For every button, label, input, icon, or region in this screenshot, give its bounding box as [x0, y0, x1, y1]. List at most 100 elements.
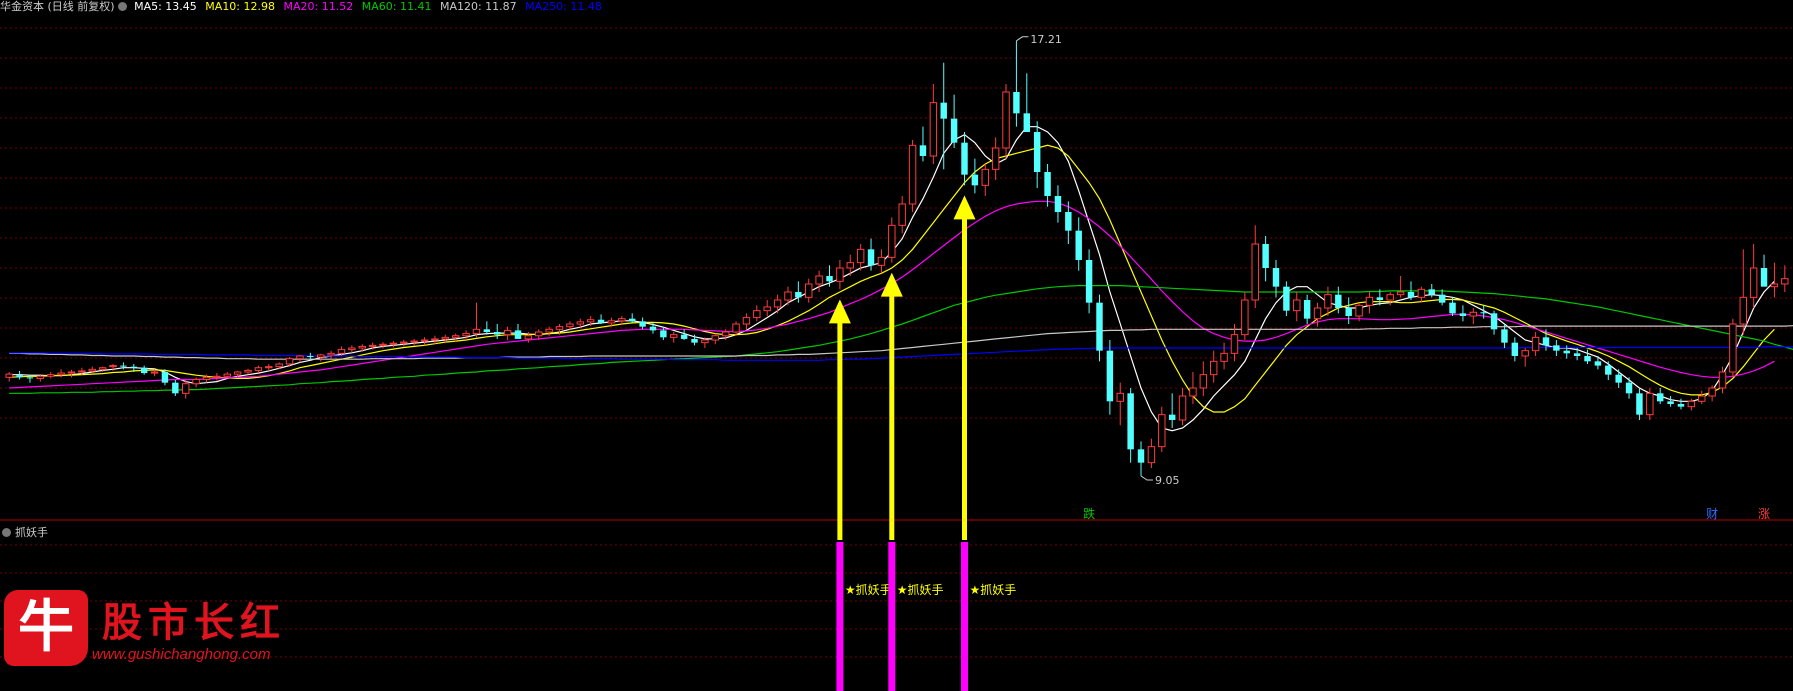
candle-body: [1335, 294, 1342, 308]
candle: [400, 340, 408, 347]
candle: [1137, 441, 1145, 476]
signal-group: ★抓妖手: [880, 272, 944, 691]
candle-body: [1646, 392, 1654, 416]
candle: [1584, 349, 1591, 364]
candle-body: [670, 334, 678, 338]
low-price-label: 9.05: [1155, 474, 1180, 487]
signal-label: ★抓妖手: [845, 583, 892, 597]
candle-body: [285, 358, 294, 365]
candle-body: [1760, 268, 1768, 287]
candle: [1106, 340, 1114, 415]
candle-body: [753, 310, 761, 319]
candle: [660, 326, 667, 340]
candle: [1168, 393, 1176, 428]
signal-arrow-head: [953, 195, 976, 220]
candle-body: [67, 371, 76, 374]
settings-icon[interactable]: [117, 2, 127, 11]
indicator-legend: 华金资本 (日线 前复权) MA5: 13.45 MA10: 12.98 MA2…: [0, 0, 607, 14]
candle: [1365, 292, 1374, 314]
candle-body: [1490, 313, 1498, 330]
candle: [950, 94, 958, 148]
candle-body: [172, 382, 179, 394]
candle-body: [867, 249, 875, 266]
candle-body: [1313, 307, 1322, 320]
candle-body: [400, 341, 408, 344]
candle: [763, 300, 771, 316]
candle-body: [1770, 283, 1779, 288]
candle: [16, 370, 23, 380]
candle: [795, 281, 802, 303]
candle-body: [410, 340, 418, 343]
candle-body: [483, 329, 491, 332]
candle-body: [1656, 393, 1664, 402]
candle: [1013, 40, 1020, 127]
candle: [483, 321, 491, 335]
candle-body: [307, 356, 314, 358]
candle-body: [130, 366, 138, 368]
ma-lines: [9, 126, 1793, 432]
watermark-brand: 股市长红: [102, 599, 286, 646]
candle: [1459, 305, 1467, 322]
candle: [462, 330, 470, 340]
candle-body: [1615, 374, 1622, 383]
candle-body: [472, 328, 481, 335]
candle-body: [431, 338, 439, 341]
candle-body: [1625, 382, 1633, 394]
candle: [1521, 348, 1529, 367]
candle: [296, 354, 304, 363]
candle: [753, 305, 761, 322]
candle-body: [877, 256, 886, 266]
candle-body: [1251, 243, 1259, 301]
candle: [1002, 84, 1010, 159]
candle-body: [494, 332, 501, 335]
candle: [888, 217, 896, 263]
candle-body: [1667, 401, 1674, 404]
candle: [961, 132, 968, 186]
candle-body: [1137, 449, 1145, 463]
candle-body: [1220, 352, 1228, 362]
candle: [1511, 337, 1519, 362]
candle-body: [1096, 302, 1103, 351]
candle-body: [1199, 374, 1208, 389]
candle-body: [1002, 91, 1010, 149]
candle: [1241, 292, 1249, 340]
candle-body: [1013, 92, 1020, 114]
candle: [1345, 297, 1352, 324]
candle-body: [1521, 350, 1529, 357]
candle: [1158, 406, 1166, 452]
candle-body: [1262, 244, 1269, 268]
candle-body: [1303, 300, 1311, 319]
candle: [784, 286, 792, 306]
candle-body: [826, 276, 833, 282]
candle-body: [1345, 308, 1352, 316]
candle-body: [451, 335, 460, 338]
event-marker: 财: [1706, 507, 1718, 521]
ma120-legend: MA120: 11.87: [439, 0, 517, 13]
candle-body: [1033, 132, 1041, 172]
subchart-settings-icon[interactable]: [2, 528, 11, 537]
candle-body: [649, 326, 657, 331]
candle-body: [202, 376, 211, 380]
candle-body: [389, 342, 398, 345]
candle-body: [379, 343, 387, 346]
stock-label[interactable]: 华金资本 (日线 前复权): [0, 0, 115, 13]
candle: [1209, 350, 1218, 383]
candle-body: [150, 371, 159, 374]
candle-body: [1209, 360, 1218, 376]
candle-body: [639, 321, 646, 327]
candle-body: [1065, 212, 1072, 231]
candle: [898, 196, 906, 234]
candle: [1220, 342, 1228, 370]
candle: [991, 137, 1000, 180]
candle-body: [120, 365, 127, 367]
candle: [773, 294, 782, 314]
candle-body: [607, 320, 616, 324]
candle-body: [691, 338, 698, 343]
candle: [1656, 388, 1664, 404]
candle-body: [1428, 289, 1435, 295]
candle-body: [1531, 336, 1540, 352]
candle: [1085, 249, 1093, 314]
ma60-legend: MA60: 11.41: [361, 0, 432, 13]
candle-body: [1168, 414, 1176, 420]
candle-body: [576, 321, 585, 325]
